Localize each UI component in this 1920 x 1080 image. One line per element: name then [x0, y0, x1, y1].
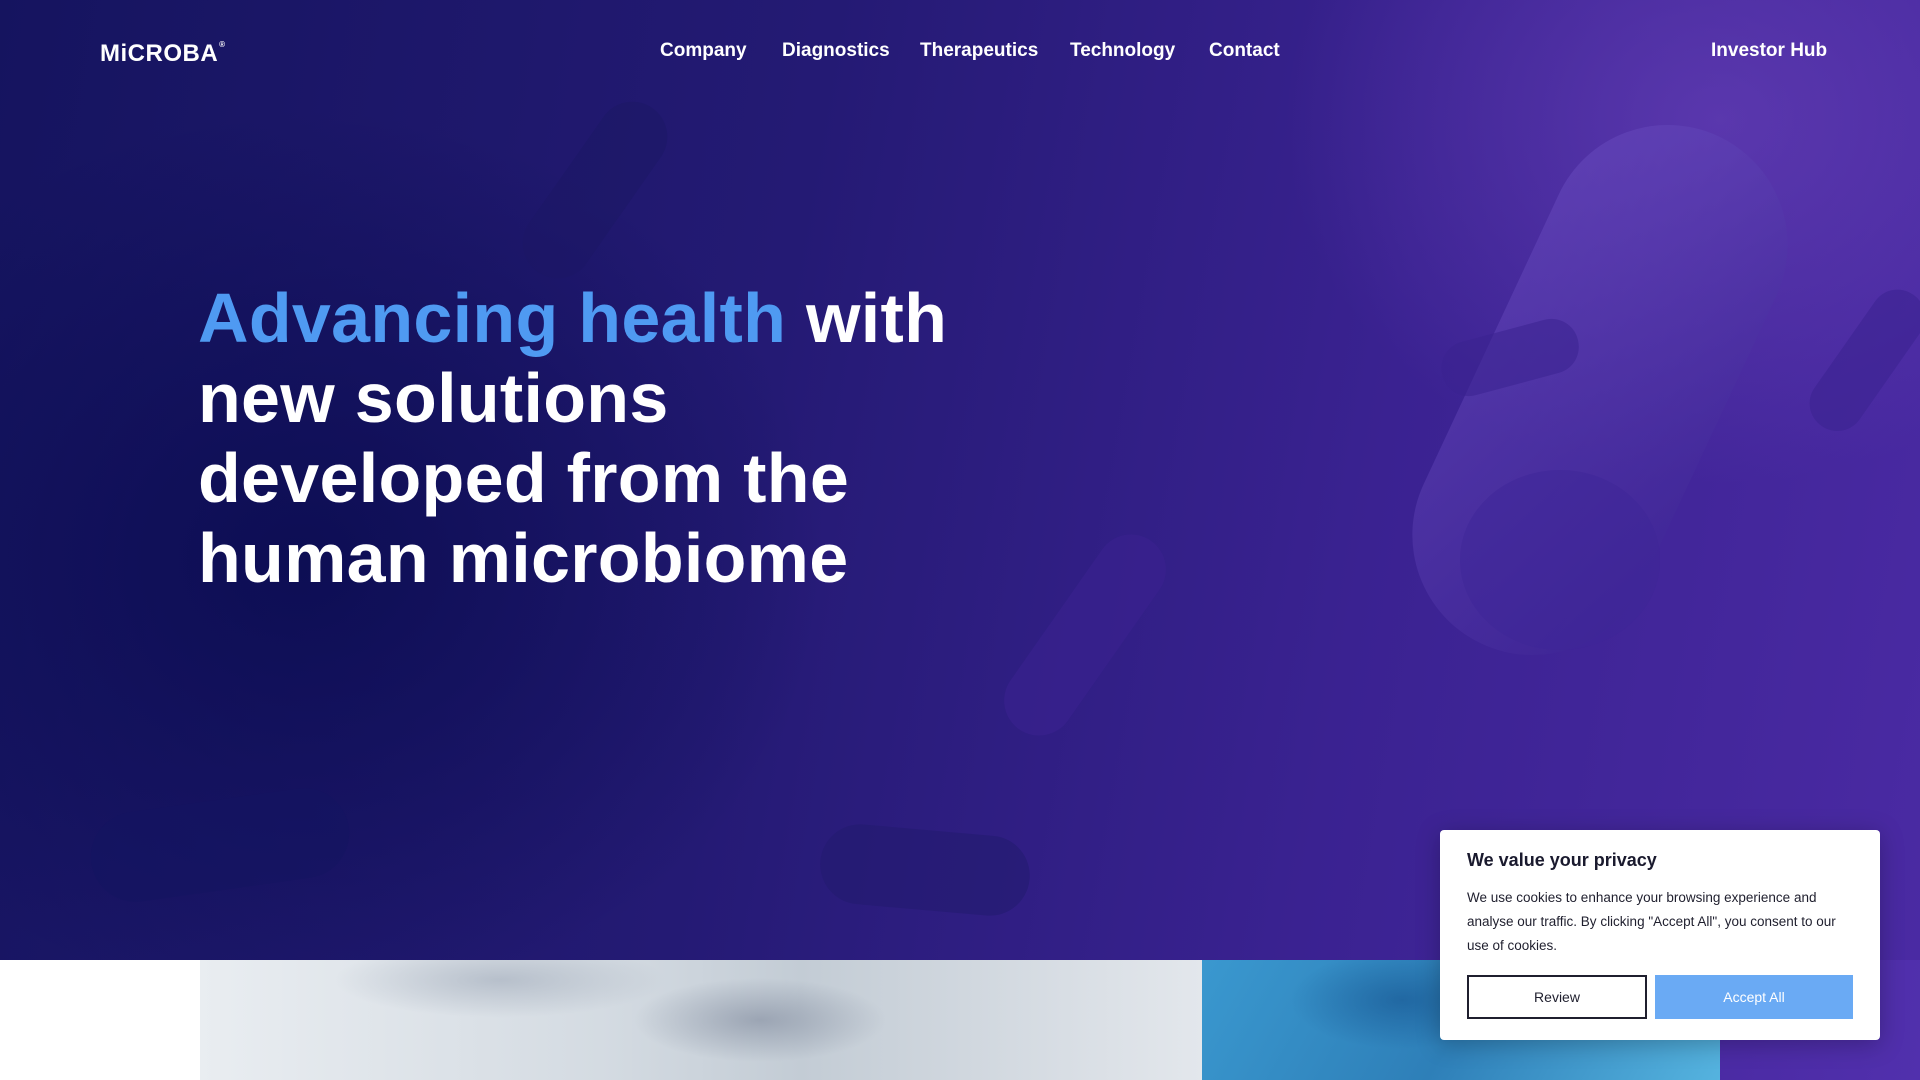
cookie-title: We value your privacy [1467, 850, 1657, 870]
headline-line-1: with [786, 279, 948, 357]
main-nav: Company Diagnostics Therapeutics Technol… [0, 40, 1920, 70]
bacterium-small-shape [90, 788, 350, 902]
headline-line-2: new solutions [198, 359, 669, 437]
headline-line-3: developed from the [198, 439, 850, 517]
bacterium-small-shape [1809, 289, 1920, 431]
hero-section: MiCROBA® Company Diagnostics Therapeutic… [0, 0, 1920, 960]
headline-accent: Advancing health [198, 279, 787, 357]
nav-item-technology[interactable]: Technology [1070, 40, 1175, 62]
hero-headline: Advancing health with new solutions develo… [198, 278, 998, 598]
cookie-body: We use cookies to enhance your browsing … [1467, 890, 1836, 953]
nav-item-diagnostics[interactable]: Diagnostics [782, 40, 890, 62]
cookie-banner: We value your privacy We use cookies to … [1440, 830, 1880, 1040]
bacterium-small-shape [522, 101, 668, 279]
nav-item-investor-hub[interactable]: Investor Hub [1711, 40, 1827, 62]
nav-item-company[interactable]: Company [660, 40, 747, 62]
nav-item-contact[interactable]: Contact [1209, 40, 1280, 62]
nav-item-therapeutics[interactable]: Therapeutics [920, 40, 1038, 62]
review-button[interactable]: Review [1467, 975, 1647, 1019]
bacterium-small-shape [820, 824, 1030, 916]
headline-line-4: human microbiome [198, 519, 849, 597]
bacterium-small-shape [1004, 534, 1166, 736]
bacterium-large-shape [1412, 124, 1788, 656]
accept-all-button[interactable]: Accept All [1655, 975, 1853, 1019]
lab-image-tile[interactable] [200, 960, 1202, 1080]
